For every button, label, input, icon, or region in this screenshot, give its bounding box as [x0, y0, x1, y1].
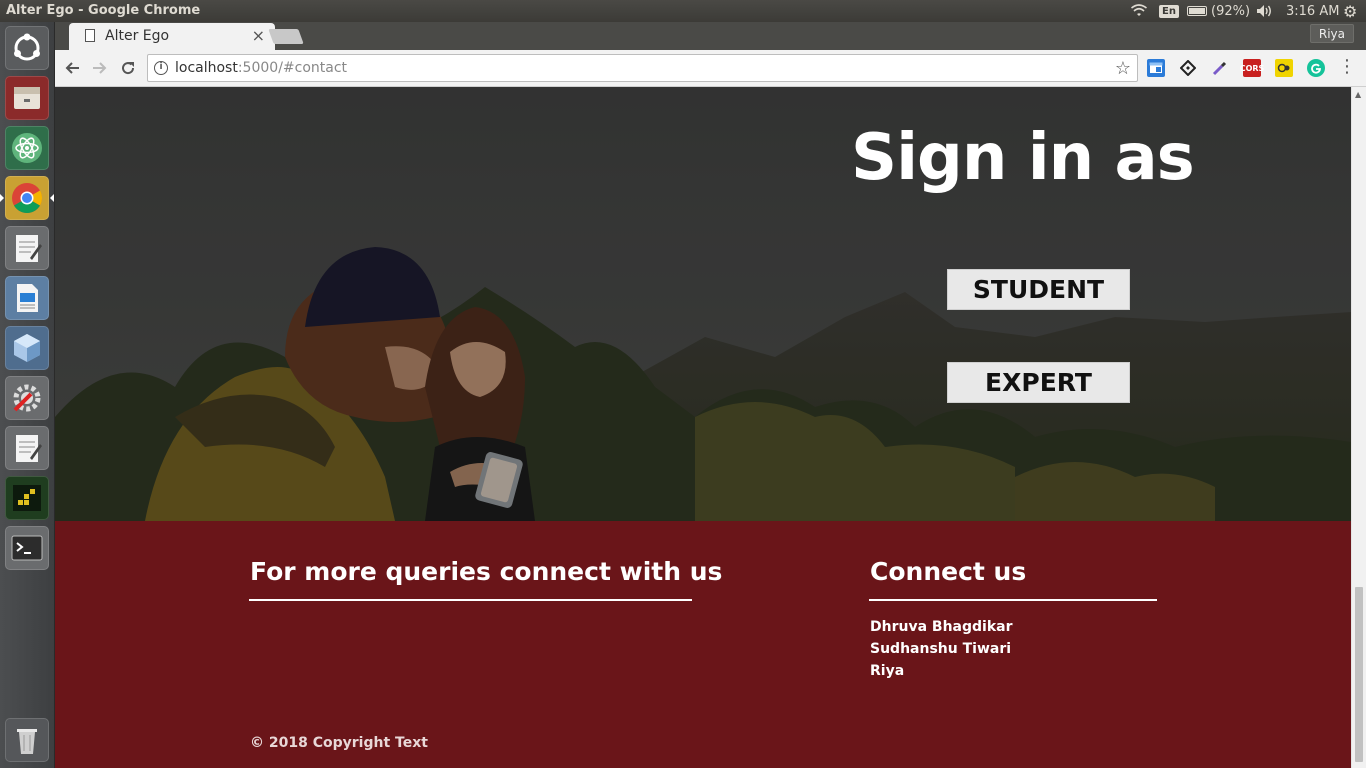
address-bar[interactable]: i localhost:5000/#contact ☆ — [147, 54, 1138, 82]
launcher — [0, 22, 55, 768]
trash-icon[interactable] — [5, 718, 49, 762]
scrollbar-thumb[interactable] — [1355, 587, 1363, 762]
contact-name: Sudhanshu Tiwari — [870, 641, 1012, 657]
software-center-icon[interactable] — [5, 326, 49, 370]
extension-tab-icon[interactable] — [1147, 59, 1165, 77]
forward-arrow-icon[interactable] — [88, 56, 112, 80]
color-picker-icon[interactable] — [1211, 59, 1229, 77]
files-icon[interactable] — [5, 76, 49, 120]
clock[interactable]: 3:16 AM — [1286, 0, 1339, 22]
close-tab-icon[interactable]: × — [252, 26, 265, 45]
settings-gear-icon[interactable]: ⚙ — [1343, 0, 1357, 22]
page-icon — [85, 29, 95, 42]
text-editor-icon-2[interactable] — [5, 426, 49, 470]
contact-name: Riya — [870, 663, 905, 679]
copyright-text: © 2018 Copyright Text — [250, 735, 428, 751]
terminal-icon[interactable] — [5, 526, 49, 570]
text-editor-icon[interactable] — [5, 226, 49, 270]
page-scrollbar[interactable]: ▲ — [1351, 87, 1366, 768]
tab-title: Alter Ego — [105, 28, 170, 44]
chrome-icon[interactable] — [5, 176, 49, 220]
grammarly-icon[interactable] — [1307, 59, 1325, 77]
battery-indicator[interactable]: (92%) — [1187, 0, 1250, 22]
student-button[interactable]: STUDENT — [947, 269, 1130, 310]
browser-window: Alter Ego × Riya i localhost:5000/#conta… — [55, 22, 1366, 768]
connect-heading: Connect us — [870, 557, 1027, 586]
site-info-icon[interactable]: i — [154, 61, 168, 75]
atom-editor-icon[interactable] — [5, 126, 49, 170]
profile-button[interactable]: Riya — [1309, 24, 1354, 43]
back-arrow-icon[interactable] — [60, 56, 84, 80]
tab-strip: Alter Ego × Riya — [55, 22, 1366, 50]
browser-menu-icon[interactable]: ⋮ — [1338, 56, 1356, 77]
queries-divider — [249, 599, 692, 601]
battery-percent: (92%) — [1211, 3, 1251, 19]
expert-button[interactable]: EXPERT — [947, 362, 1130, 403]
ubuntu-dash-icon[interactable] — [5, 26, 49, 70]
system-monitor-icon[interactable] — [5, 476, 49, 520]
cors-extension-icon[interactable]: CORS — [1240, 59, 1264, 77]
window-title: Alter Ego - Google Chrome — [6, 3, 201, 18]
connect-divider — [869, 599, 1157, 601]
footer: For more queries connect with us Connect… — [55, 521, 1351, 768]
writer-document-icon[interactable] — [5, 276, 49, 320]
system-top-panel: Alter Ego - Google Chrome En (92%) 3:16 … — [0, 0, 1366, 22]
volume-icon[interactable] — [1256, 0, 1274, 22]
bookmark-star-icon[interactable]: ☆ — [1115, 58, 1131, 79]
wifi-icon[interactable] — [1131, 0, 1147, 22]
extension-diamond-icon[interactable] — [1179, 59, 1197, 77]
battery-icon — [1187, 6, 1207, 16]
system-settings-icon[interactable] — [5, 376, 49, 420]
new-tab-button[interactable] — [268, 29, 304, 44]
running-indicator — [0, 194, 4, 202]
reload-icon[interactable] — [116, 56, 140, 80]
sign-in-heading: Sign in as — [851, 121, 1195, 195]
extension-face-icon[interactable] — [1275, 59, 1293, 77]
scroll-up-arrow-icon[interactable]: ▲ — [1355, 90, 1361, 99]
hero-section: Sign in as STUDENT EXPERT — [55, 87, 1351, 521]
page-viewport: Sign in as STUDENT EXPERT For more queri… — [55, 87, 1351, 768]
queries-heading: For more queries connect with us — [250, 557, 723, 586]
keyboard-layout-indicator[interactable]: En — [1159, 0, 1179, 22]
browser-toolbar: i localhost:5000/#contact ☆ CORS ⋮ — [55, 50, 1366, 87]
url-text: localhost:5000/#contact — [175, 60, 348, 76]
focused-indicator — [50, 194, 54, 202]
tab-alter-ego[interactable]: Alter Ego × — [69, 23, 275, 50]
contact-name: Dhruva Bhagdikar — [870, 619, 1013, 635]
